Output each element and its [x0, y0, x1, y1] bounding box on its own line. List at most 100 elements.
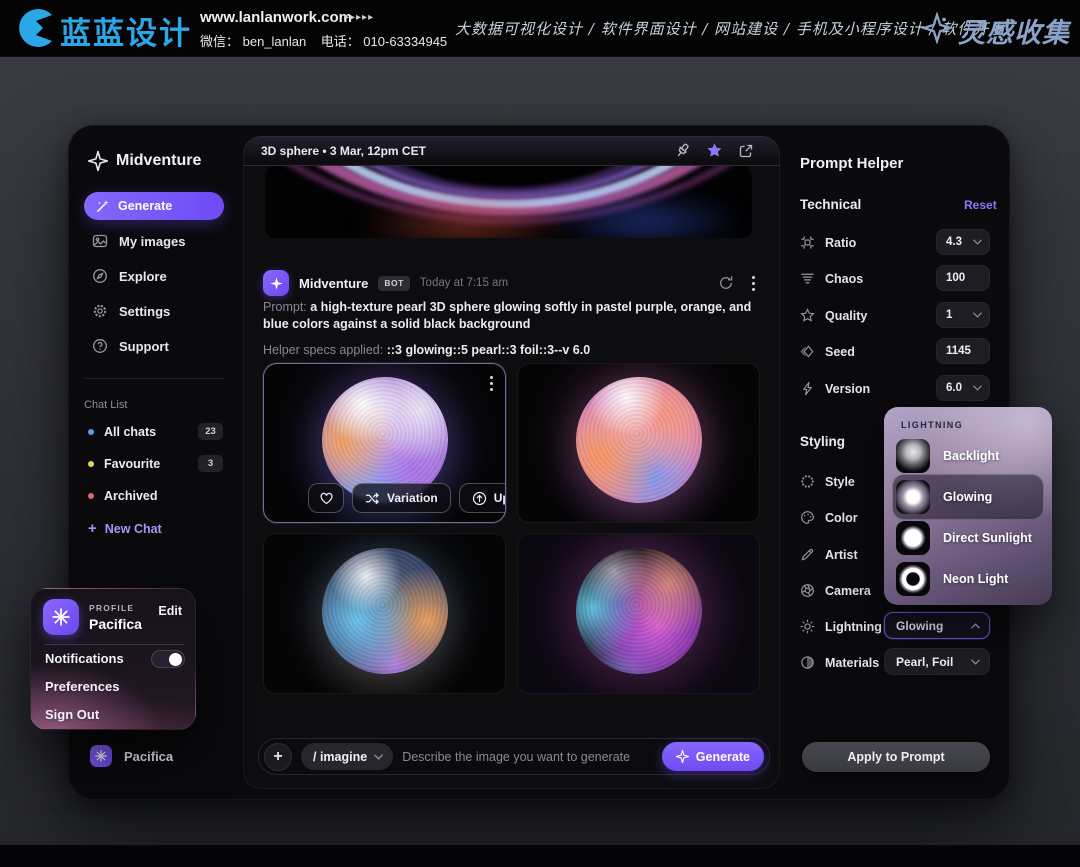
lightning-select[interactable]: Glowing [884, 612, 990, 639]
top-banner: 蓝蓝设计 www.lanlanwork.com ▸▸▸▸▸ 微信： ben_la… [0, 0, 1080, 57]
scrolled-image-partial[interactable] [265, 166, 752, 238]
open-external-icon[interactable] [738, 143, 754, 159]
setting-label: Color [825, 511, 858, 525]
kebab-menu-icon[interactable] [752, 276, 755, 291]
generated-image-2[interactable] [517, 363, 760, 523]
banner-url[interactable]: www.lanlanwork.com [200, 9, 352, 26]
setting-label: Camera [825, 584, 871, 598]
bot-name: Midventure [299, 276, 368, 291]
chat-title: 3D sphere • 3 Mar, 12pm CET [261, 144, 426, 158]
sidebar-user[interactable]: Pacifica [90, 745, 173, 767]
prompt-block: Prompt: a high-texture pearl 3D sphere g… [263, 299, 760, 332]
setting-label: Quality [825, 309, 867, 323]
image-kebab-icon[interactable] [490, 376, 493, 391]
setting-label: Style [825, 475, 855, 489]
message-actions [718, 275, 755, 291]
specs-label: Helper specs applied: [263, 343, 383, 357]
regenerate-icon[interactable] [718, 275, 734, 291]
sidebar-item-explore[interactable]: Explore [92, 265, 167, 287]
bot-avatar [263, 270, 289, 296]
attach-button[interactable]: + [264, 743, 292, 771]
lightning-option-neon-light[interactable]: Neon Light [896, 562, 1008, 596]
lightning-option-direct-sunlight[interactable]: Direct Sunlight [896, 521, 1032, 555]
setting-label: Version [825, 382, 870, 396]
new-chat-button[interactable]: + New Chat [88, 520, 162, 537]
sidebar-item-settings[interactable]: Settings [92, 300, 170, 322]
upscale-button[interactable]: Upscale [459, 483, 506, 513]
generated-image-1[interactable]: Variation Upscale [263, 363, 506, 523]
camera-lens-icon [800, 583, 815, 598]
prompt-helper-title: Prompt Helper [800, 155, 903, 172]
profile-edit-button[interactable]: Edit [158, 604, 182, 618]
variation-label: Variation [387, 491, 438, 505]
like-button[interactable] [308, 483, 344, 513]
lightning-option-backlight[interactable]: Backlight [896, 439, 999, 473]
sign-out-item[interactable]: Sign Out [45, 707, 99, 722]
materials-select[interactable]: Pearl, Foil [884, 648, 990, 675]
notifications-item[interactable]: Notifications [45, 651, 124, 666]
plus-icon: + [88, 520, 97, 537]
chat-filter-archived[interactable]: Archived [88, 487, 158, 505]
chat-filter-favourite[interactable]: Favourite [88, 455, 160, 473]
option-label: Glowing [943, 490, 992, 504]
lightning-popup-title: LIGHTNING [901, 420, 963, 430]
lightning-option-glowing[interactable]: Glowing [896, 480, 992, 514]
chevron-down-icon [374, 754, 383, 760]
chaos-input[interactable]: 100 [936, 265, 990, 291]
app-logo-icon [88, 151, 108, 171]
pin-icon[interactable] [674, 142, 691, 159]
message-timestamp: Today at 7:15 am [420, 277, 508, 289]
lightning-popup: LIGHTNING Backlight Glowing Direct Sunli… [884, 407, 1052, 605]
option-label: Backlight [943, 449, 999, 463]
version-select[interactable]: 6.0 [936, 375, 990, 401]
star-favourite-icon[interactable] [706, 142, 723, 159]
banner-arrows: ▸▸▸▸▸ [344, 12, 374, 23]
user-avatar [90, 745, 112, 767]
command-label: / imagine [313, 750, 367, 764]
setting-label: Seed [825, 345, 855, 359]
preferences-item[interactable]: Preferences [45, 679, 119, 694]
generate-button[interactable]: Generate [662, 742, 764, 771]
page: 蓝蓝设计 www.lanlanwork.com ▸▸▸▸▸ 微信： ben_la… [0, 0, 1080, 867]
seed-input[interactable]: 1145 [936, 338, 990, 364]
notifications-toggle[interactable] [151, 650, 185, 668]
generated-image-3[interactable] [263, 533, 506, 694]
chat-filter-all[interactable]: All chats [88, 423, 156, 441]
apply-to-prompt-button[interactable]: Apply to Prompt [802, 742, 990, 772]
direct-sunlight-thumbnail [896, 521, 930, 555]
specs-block: Helper specs applied: ::3 glowing::5 pea… [263, 343, 760, 357]
chat-count-badge: 23 [198, 423, 223, 440]
quality-select[interactable]: 1 [936, 302, 990, 328]
style-dots-icon [800, 474, 815, 489]
chevron-down-icon [973, 385, 982, 391]
lanlan-logo-text: 蓝蓝设计 [60, 8, 192, 53]
prompt-input-bar: + / imagine Generate [258, 738, 770, 775]
sidebar-item-label: Settings [119, 304, 170, 319]
gear-icon [92, 303, 108, 319]
bottom-strip [0, 845, 1080, 867]
sidebar-divider [84, 378, 224, 379]
version-bolt-icon [800, 381, 815, 396]
ratio-select[interactable]: 4.3 [936, 229, 990, 255]
seed-layers-icon [800, 344, 815, 359]
materials-half-circle-icon [800, 655, 815, 670]
neon-light-thumbnail [896, 562, 930, 596]
sidebar-item-generate[interactable]: Generate [84, 192, 224, 220]
profile-popup: PROFILE Pacifica Edit Notifications Pref… [30, 588, 196, 730]
user-name: Pacifica [124, 749, 173, 764]
divider [44, 644, 184, 645]
sidebar-item-support[interactable]: Support [92, 335, 169, 357]
option-label: Direct Sunlight [943, 531, 1032, 545]
generated-image-4[interactable] [517, 533, 760, 694]
banner-contact: 微信： ben_lanlan 电话： 010-63334945 [200, 31, 447, 50]
image-action-bar: Variation Upscale [308, 483, 506, 513]
sidebar-item-my-images[interactable]: My images [92, 230, 185, 252]
yellow-dot-icon [88, 461, 94, 467]
styling-title: Styling [800, 434, 845, 449]
sparkle-icon [676, 750, 689, 763]
variation-button[interactable]: Variation [352, 483, 451, 513]
inspiration-star-icon [920, 12, 954, 44]
reset-button[interactable]: Reset [964, 198, 997, 212]
prompt-input[interactable] [402, 750, 653, 764]
command-dropdown[interactable]: / imagine [301, 743, 393, 770]
